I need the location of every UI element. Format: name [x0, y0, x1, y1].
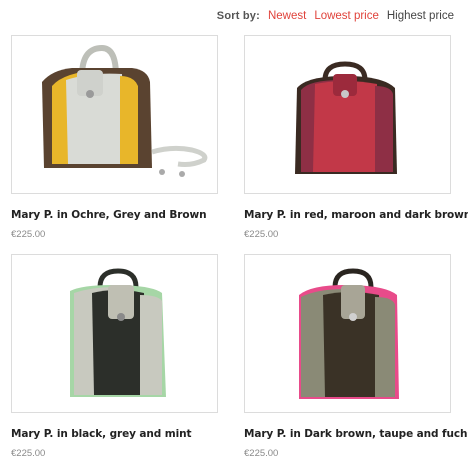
product-image[interactable] — [11, 35, 218, 194]
sort-lowest-price-link[interactable]: Lowest price — [314, 10, 379, 22]
product-image[interactable] — [244, 254, 451, 413]
product-title[interactable]: Mary P. in Ochre, Grey and Brown — [11, 209, 218, 221]
product-card[interactable]: Mary P. in red, maroon and dark brown €2… — [244, 35, 468, 240]
product-image[interactable] — [244, 35, 451, 194]
product-title[interactable]: Mary P. in red, maroon and dark brown — [244, 209, 468, 221]
product-title[interactable]: Mary P. in Dark brown, taupe and fuchsia — [244, 428, 468, 440]
product-title[interactable]: Mary P. in black, grey and mint — [11, 428, 218, 440]
sort-highest-price-link[interactable]: Highest price — [387, 10, 454, 22]
product-price: €225.00 — [11, 229, 46, 240]
product-card[interactable]: Mary P. in black, grey and mint €225.00 — [11, 254, 218, 459]
product-price: €225.00 — [244, 448, 279, 459]
sort-newest-link[interactable]: Newest — [268, 10, 306, 22]
product-price: €225.00 — [244, 229, 279, 240]
product-image[interactable] — [11, 254, 218, 413]
sort-label: Sort by: — [216, 10, 260, 22]
sort-bar: Sort by: Newest Lowest price Highest pri… — [217, 10, 454, 22]
product-price: €225.00 — [11, 448, 46, 459]
product-card[interactable]: Mary P. in Ochre, Grey and Brown €225.00 — [11, 35, 218, 240]
product-card[interactable]: Mary P. in Dark brown, taupe and fuchsia… — [244, 254, 468, 459]
